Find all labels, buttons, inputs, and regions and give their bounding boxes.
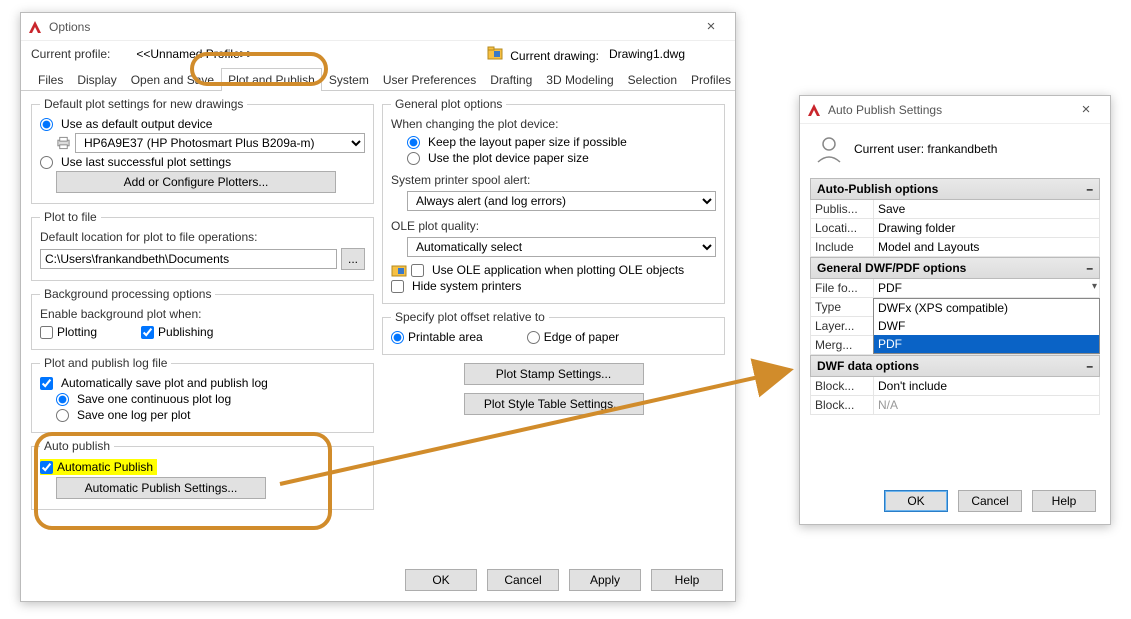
close-icon[interactable]: × [1068,101,1104,118]
prop-location[interactable]: Locati...Drawing folder [810,219,1100,238]
tab-display[interactable]: Display [70,68,123,91]
prop-block-2[interactable]: Block...N/A [810,396,1100,415]
hide-printers-checkbox[interactable] [391,280,404,293]
general-plot-group: General plot options When changing the p… [382,97,725,304]
profile-row: Current profile: <<Unnamed Profile>> Cur… [21,41,735,63]
tab-drafting[interactable]: Drafting [483,68,539,91]
plot-log-group: Plot and publish log file Automatically … [31,356,374,433]
tabs: FilesDisplayOpen and SavePlot and Publis… [21,67,735,91]
auto-publish-group: Auto publish Automatic Publish Automatic… [31,439,374,510]
tab-selection[interactable]: Selection [621,68,684,91]
file-format-dropdown: DWFx (XPS compatible)DWFPDF [873,298,1100,354]
autocad-logo-icon [806,102,822,118]
apply-button[interactable]: Apply [569,569,641,591]
drawing-icon [487,46,503,60]
user-row: Current user: frankandbeth [800,124,1110,178]
ole-quality-select[interactable]: Automatically select [407,237,716,257]
plot-device-select[interactable]: HP6A9E37 (HP Photosmart Plus B209a-m) [75,133,365,153]
tab-3d-modeling[interactable]: 3D Modeling [539,68,620,91]
default-plot-group: Default plot settings for new drawings U… [31,97,374,204]
help-button[interactable]: Help [651,569,723,591]
tab-user-preferences[interactable]: User Preferences [376,68,483,91]
chevron-down-icon[interactable]: ▾ [1092,281,1097,292]
footer: OK Cancel Help [884,490,1096,512]
prop-include[interactable]: IncludeModel and Layouts [810,238,1100,257]
titlebar: Options × [21,13,735,41]
browse-button[interactable]: ... [341,248,365,270]
plot-offset-group: Specify plot offset relative to Printabl… [382,310,725,355]
cancel-button[interactable]: Cancel [487,569,559,591]
right-column: General plot options When changing the p… [382,97,725,516]
plot-style-table-button[interactable]: Plot Style Table Settings... [464,393,644,415]
ole-app-checkbox[interactable] [411,264,424,277]
tab-plot-and-publish[interactable]: Plot and Publish [221,68,322,91]
spool-alert-select[interactable]: Always alert (and log errors) [407,191,716,211]
prop-file-format[interactable]: File fo... PDF ▾ DWFx (XPS compatible)DW… [810,279,1100,298]
current-drawing-value: Drawing1.dwg [609,47,725,61]
section-general-dwf-pdf[interactable]: General DWF/PDF options– [810,257,1100,279]
use-default-output-radio[interactable] [40,118,53,131]
keep-layout-radio[interactable] [407,136,420,149]
section-dwf-data[interactable]: DWF data options– [810,355,1100,377]
tab-files[interactable]: Files [31,68,70,91]
dropdown-option[interactable]: DWFx (XPS compatible) [874,299,1099,317]
plot-to-file-group: Plot to file Default location for plot t… [31,210,374,281]
options-window: Options × Current profile: <<Unnamed Pro… [20,12,736,602]
user-icon [814,134,844,164]
property-grid: Auto-Publish options– Publis...Save Loca… [800,178,1110,415]
tab-open-and-save[interactable]: Open and Save [124,68,221,91]
section-auto-publish[interactable]: Auto-Publish options– [810,178,1100,200]
printer-icon [56,136,71,150]
one-log-radio[interactable] [56,393,69,406]
publishing-checkbox[interactable] [141,326,154,339]
collapse-icon: – [1086,182,1093,196]
window-title: Options [49,20,693,34]
add-configure-plotters-button[interactable]: Add or Configure Plotters... [56,171,336,193]
current-profile-value: <<Unnamed Profile>> [118,47,271,61]
footer: OK Cancel Apply Help [405,569,723,591]
prop-publish[interactable]: Publis...Save [810,200,1100,219]
titlebar: Auto Publish Settings × [800,96,1110,124]
current-drawing-label: Current drawing: [487,46,599,63]
cancel-button[interactable]: Cancel [958,490,1022,512]
drawing-icon [391,263,407,277]
collapse-icon: – [1086,359,1093,373]
help-button[interactable]: Help [1032,490,1096,512]
tab-profiles[interactable]: Profiles [684,68,738,91]
prop-block-1[interactable]: Block...Don't include [810,377,1100,396]
default-plot-legend: Default plot settings for new drawings [40,97,247,111]
plotting-checkbox[interactable] [40,326,53,339]
current-profile-label: Current profile: [31,47,118,61]
automatic-publish-checkbox[interactable] [40,461,53,474]
dropdown-option[interactable]: PDF [874,335,1099,353]
automatic-publish-settings-button[interactable]: Automatic Publish Settings... [56,477,266,499]
ok-button[interactable]: OK [884,490,948,512]
autosave-log-checkbox[interactable] [40,377,53,390]
plot-file-path-input[interactable] [40,249,337,269]
plot-stamp-settings-button[interactable]: Plot Stamp Settings... [464,363,644,385]
autocad-logo-icon [27,19,43,35]
edge-of-paper-radio[interactable] [527,331,540,344]
auto-publish-window: Auto Publish Settings × Current user: fr… [799,95,1111,525]
ok-button[interactable]: OK [405,569,477,591]
tab-system[interactable]: System [322,68,376,91]
printable-area-radio[interactable] [391,331,404,344]
background-processing-group: Background processing options Enable bac… [31,287,374,350]
dropdown-option[interactable]: DWF [874,317,1099,335]
per-plot-log-radio[interactable] [56,409,69,422]
collapse-icon: – [1086,261,1093,275]
use-last-settings-radio[interactable] [40,156,53,169]
left-column: Default plot settings for new drawings U… [31,97,374,516]
window-title: Auto Publish Settings [828,103,1068,117]
close-icon[interactable]: × [693,18,729,35]
use-device-size-radio[interactable] [407,152,420,165]
